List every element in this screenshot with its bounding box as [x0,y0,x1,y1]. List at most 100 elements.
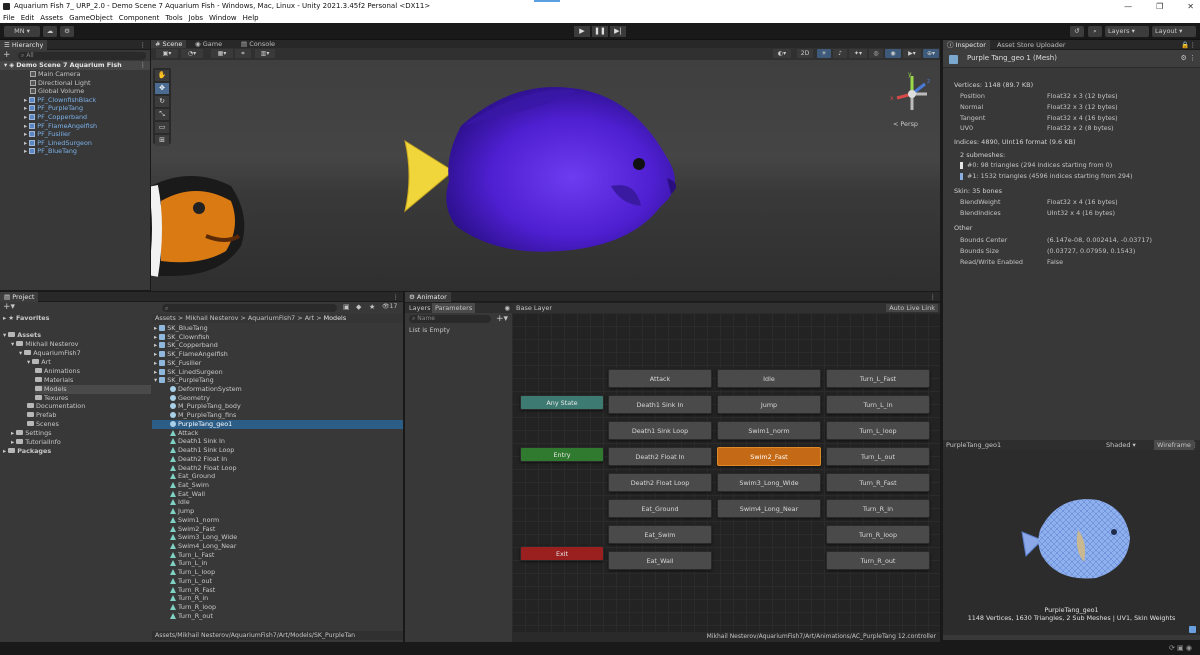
breadcrumb-art[interactable]: Art [305,314,315,322]
toggle-2d-button[interactable]: 2D [797,49,813,58]
asset-item[interactable]: Eat_Wall [152,490,403,499]
asset-item[interactable]: Idle [152,498,403,507]
animator-state[interactable]: Idle [717,369,821,388]
menu-gameobject[interactable]: GameObject [69,13,113,23]
asset-item[interactable]: M_PurpleTang_body [152,402,403,411]
asset-item[interactable]: Turn_L_Fast [152,551,403,560]
animator-state[interactable]: Death2 Float In [608,447,712,466]
hierarchy-item[interactable]: ▸ PF_LinedSurgeon [0,139,92,148]
rect-tool-icon[interactable]: ▭ [155,122,169,133]
breadcrumb-aquariumfish7[interactable]: AquariumFish7 [248,314,295,322]
breadcrumb-mikhail[interactable]: Mikhail Nesterov [185,314,238,322]
asset-item[interactable]: Eat_Swim [152,481,403,490]
animator-state[interactable]: Turn_L_out [826,447,930,466]
tab-hierarchy[interactable]: ☰ Hierarchy [0,40,48,50]
state-any-state[interactable]: Any State [520,395,604,410]
asset-item[interactable]: Turn_R_out [152,612,403,621]
move-tool-icon[interactable]: ✥ [155,83,169,94]
asset-item[interactable]: ▸ SK_FlameAngelfish [152,350,403,359]
maximize-button[interactable]: ❐ [1156,0,1163,13]
scene-viewport[interactable]: ▣▾ ◔▾ ▦▾ ⌗ ▥▾ ◐▾ 2D ☀ ♪ ✦▾ ◎ ◉ ▶▾ ⊕▾ ✋ ✥… [151,48,940,291]
effects-icon[interactable]: ✦▾ [849,49,867,58]
asset-item[interactable]: ▸ SK_BlueTang [152,324,403,333]
menu-jobs[interactable]: Jobs [189,13,203,23]
step-button[interactable]: ▶| [610,26,626,37]
menu-help[interactable]: Help [243,13,259,23]
folder-tree-item[interactable]: Models [35,385,151,394]
asset-item[interactable]: Swim1_norm [152,516,403,525]
animator-state[interactable]: Swim4_Long_Near [717,499,821,518]
asset-item[interactable]: Death1 Sink In [152,437,403,446]
folder-tree-item[interactable]: ▸ ★ Favorites [3,314,49,323]
asset-item[interactable]: Swim3_Long_Wide [152,533,403,542]
menu-component[interactable]: Component [119,13,160,23]
menu-edit[interactable]: Edit [21,13,35,23]
folder-tree-item[interactable]: ▸ TutorialInfo [11,438,61,447]
animator-state[interactable]: Death2 Float Loop [608,473,712,492]
breadcrumb-models[interactable]: Models [324,314,347,322]
hierarchy-item[interactable]: ▸ PF_BlueTang [0,147,77,156]
folder-tree-item[interactable]: ▾ Assets [3,331,41,340]
wireframe-toggle[interactable]: Wireframe [1154,440,1194,450]
hierarchy-scene-row[interactable]: ▾ ◈ Demo Scene 7 Aquarium Fish ⋮ [0,61,150,70]
layout-dropdown[interactable]: Layout ▾ [1152,26,1196,37]
panel-menu-icon[interactable]: ⋮ [140,40,147,50]
hand-tool-icon[interactable]: ✋ [155,70,169,81]
project-search-input[interactable]: ⌕ [162,304,337,312]
animator-state[interactable]: Death1 Sink Loop [608,421,712,440]
hierarchy-item[interactable]: ▸ PF_ClownfishBlack [0,96,96,105]
hierarchy-item[interactable]: ▸ PF_Fusilier [0,130,71,139]
project-panel-menu-icon[interactable]: ⋮ [393,292,400,302]
preview-menu-icon[interactable]: ⋮ [1192,440,1199,450]
purple-tang-model[interactable] [401,86,691,261]
hierarchy-item[interactable]: ▸ PF_PurpleTang [0,104,83,113]
animator-state[interactable]: Jump [717,395,821,414]
asset-item[interactable]: Death1 Sink Loop [152,446,403,455]
tab-scene[interactable]: # Scene [151,40,187,48]
asset-item[interactable]: ▸ SK_Fusilier [152,359,403,368]
animator-state[interactable]: Swim2_Fast [717,447,821,466]
tab-inspector[interactable]: ⓘ Inspector [943,40,990,50]
lighting-icon[interactable]: ☀ [817,49,831,58]
animator-state[interactable]: Turn_R_Fast [826,473,930,492]
tab-console[interactable]: ▤ Console [237,40,279,48]
animator-state[interactable]: Eat_Wall [608,551,712,570]
filter-type-icon[interactable]: ▣ [343,303,350,311]
asset-item[interactable]: ▸ SK_LinedSurgeon [152,368,403,377]
inspector-lock-icon[interactable]: 🔒⋮ [1181,40,1196,50]
asset-item[interactable]: DeformationSystem [152,385,403,394]
animator-state[interactable]: Attack [608,369,712,388]
auto-live-link-button[interactable]: Auto Live Link [886,304,938,312]
animator-state[interactable]: Turn_L_Fast [826,369,930,388]
hierarchy-item[interactable]: Directional Light [0,79,91,88]
hidden-objects-icon[interactable]: ◎ [869,49,883,58]
animator-state[interactable]: Swim3_Long_Wide [717,473,821,492]
scale-tool-icon[interactable]: ⤡ [155,109,169,120]
tab-animator[interactable]: ⚙ Animator [405,292,451,302]
asset-item[interactable]: Turn_L_out [152,577,403,586]
asset-item[interactable]: ▸ SK_Clownfish [152,333,403,342]
mesh-preview[interactable]: PurpleTang_geo1 1148 Vertices, 1630 Tria… [943,450,1200,635]
tab-parameters[interactable]: Parameters [432,303,476,313]
asset-item[interactable]: ▾ SK_PurpleTang [152,376,403,385]
animator-state[interactable]: Death1 Sink In [608,395,712,414]
asset-item[interactable]: Jump [152,507,403,516]
add-parameter-button[interactable]: +▾ [496,313,508,325]
asset-item[interactable]: Attack [152,429,403,438]
asset-bundle-icon[interactable] [1189,626,1196,633]
asset-item[interactable]: Death2 Float Loop [152,464,403,473]
folder-tree-item[interactable]: Prefab [27,411,56,420]
asset-item[interactable]: Swim2_Fast [152,525,403,534]
eye-icon[interactable]: ◉ [504,303,510,313]
asset-item[interactable]: Turn_R_Fast [152,586,403,595]
tab-game[interactable]: ◉ Game [191,40,226,48]
hierarchy-search-input[interactable]: ⌕ All [18,52,146,60]
draw-mode-dropdown[interactable]: ▣▾ [156,49,178,58]
asset-item[interactable]: M_PurpleTang_fins [152,411,403,420]
menu-window[interactable]: Window [209,13,237,23]
folder-tree-item[interactable]: ▾ AquariumFish7 [19,349,81,358]
create-button[interactable]: + [3,50,11,61]
minimize-button[interactable]: — [1124,0,1132,13]
cloud-icon[interactable]: ☁ [43,26,57,37]
animator-state[interactable]: Turn_L_loop [826,421,930,440]
